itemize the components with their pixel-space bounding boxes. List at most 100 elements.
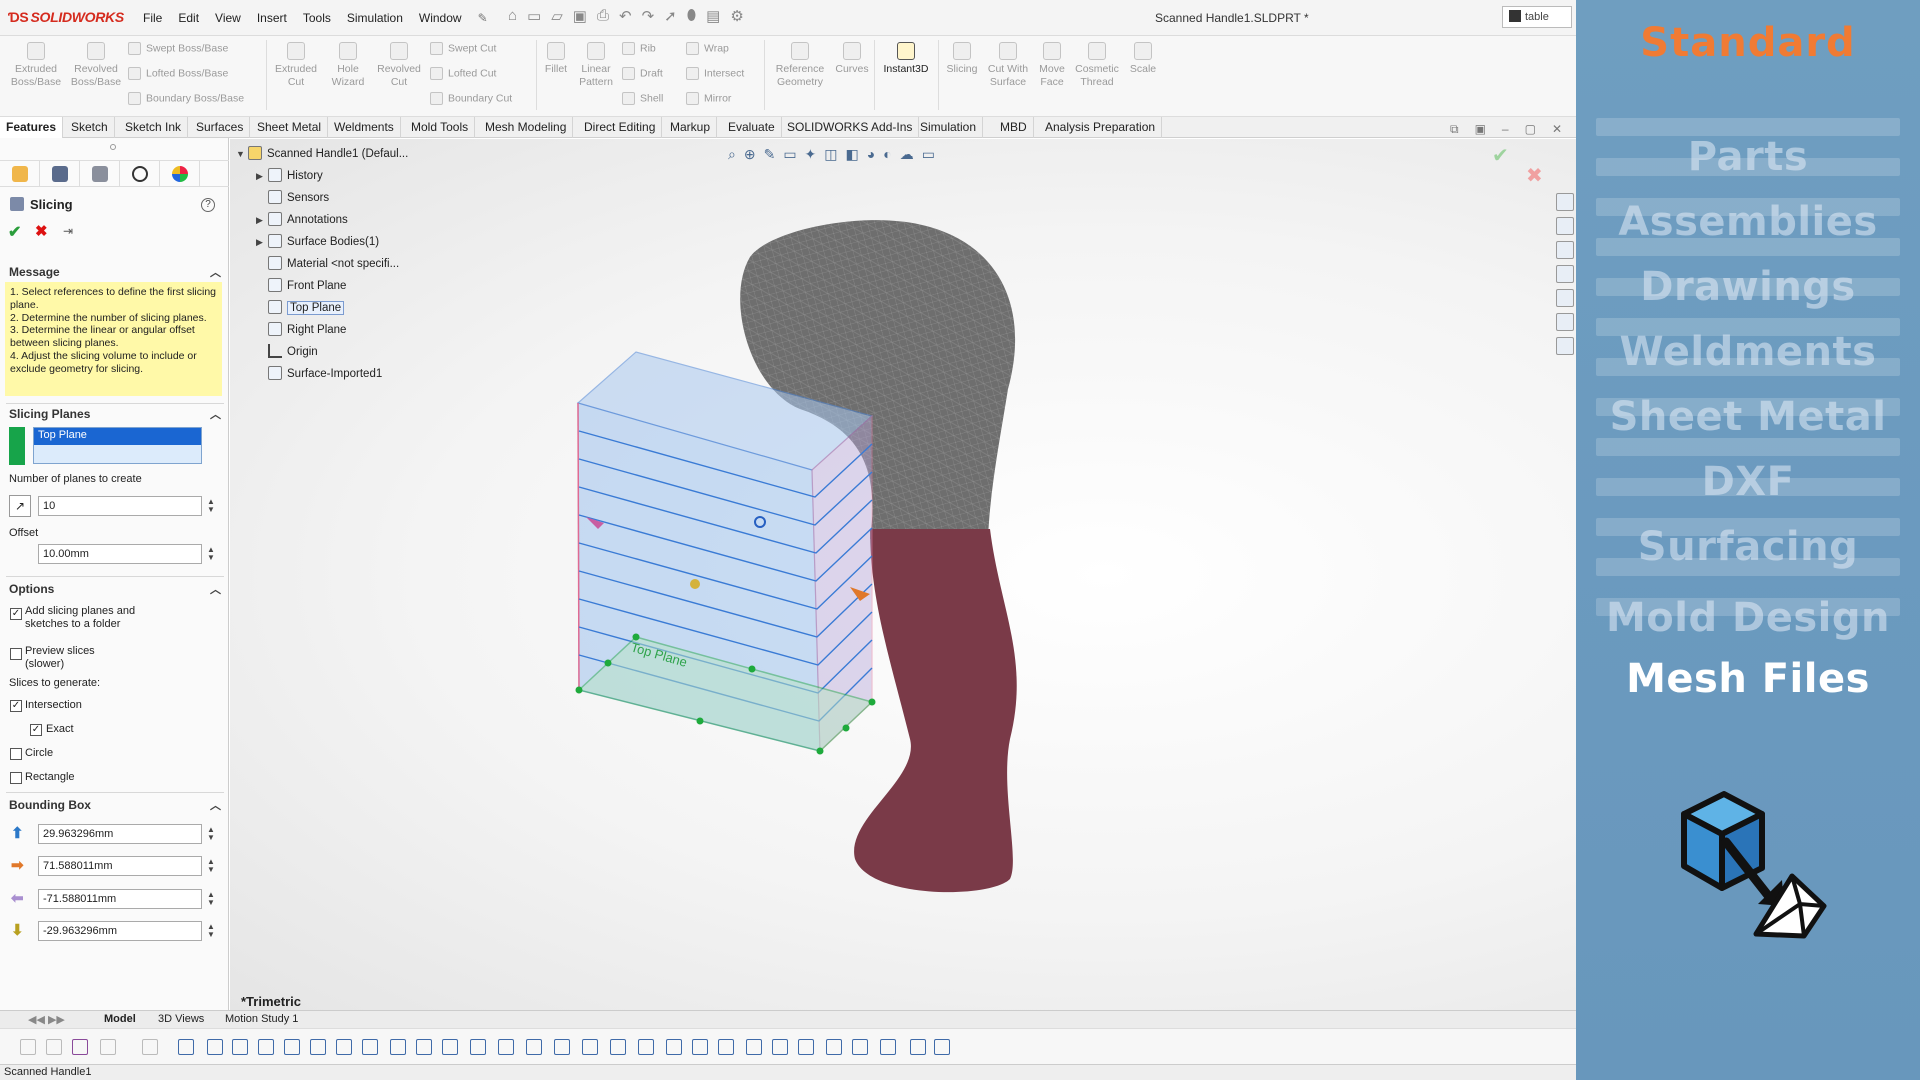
rebuild-icon[interactable]: ⬮ <box>687 7 696 25</box>
featuremanager-tab[interactable] <box>0 161 40 187</box>
resources-task-icon[interactable] <box>1556 217 1574 235</box>
tab-mesh-modeling[interactable]: Mesh Modeling <box>479 117 574 138</box>
tree-item-annotations[interactable]: ▶ Annotations <box>256 212 348 226</box>
tab-model[interactable]: Model <box>104 1013 136 1025</box>
tab-motion-study[interactable]: Motion Study 1 <box>225 1013 298 1025</box>
menu-view[interactable]: View <box>215 11 241 25</box>
point-icon[interactable] <box>178 1039 194 1055</box>
filter-edges-icon[interactable] <box>72 1039 88 1055</box>
propertymanager-tab[interactable] <box>40 161 80 187</box>
mirror-button[interactable]: Mirror <box>686 92 731 105</box>
menu-tools[interactable]: Tools <box>303 11 331 25</box>
section-view-icon[interactable]: ▭ <box>783 146 796 163</box>
home-task-icon[interactable] <box>1556 193 1574 211</box>
num-planes-input[interactable]: 10 <box>38 496 202 516</box>
restore-icon[interactable]: ⧉ <box>1450 122 1459 137</box>
tree-item-sensors[interactable]: Sensors <box>256 190 329 204</box>
align-icon[interactable] <box>852 1039 868 1055</box>
tree-item-material[interactable]: Material <not specifi... <box>256 256 399 270</box>
confirm-corner-cancel-icon[interactable]: ✖ <box>1526 163 1543 188</box>
options-gear-icon[interactable]: ⚙ <box>730 7 743 25</box>
close-icon[interactable]: ✕ <box>1552 122 1562 137</box>
reverse-direction-icon[interactable]: ↗ <box>9 495 31 517</box>
display-manager-tab[interactable] <box>160 161 200 187</box>
rectangle-icon[interactable] <box>390 1039 406 1055</box>
tab-markup[interactable]: Markup <box>664 117 718 138</box>
tab-features[interactable]: Features <box>0 117 64 138</box>
undo-icon[interactable]: ↶ <box>619 7 632 25</box>
circle-checkbox[interactable] <box>10 748 22 760</box>
extruded-boss-button[interactable]: Extruded Boss/Base <box>8 42 64 88</box>
sphere-icon[interactable] <box>798 1039 814 1055</box>
analysis-icon[interactable] <box>718 1039 734 1055</box>
tab-3d-views[interactable]: 3D Views <box>158 1013 204 1025</box>
select-arrow-icon[interactable] <box>100 1039 116 1055</box>
tab-evaluate[interactable]: Evaluate <box>722 117 782 138</box>
instant3d-button[interactable]: Instant3D <box>878 42 934 76</box>
view-orientation-icon[interactable]: ◫ <box>824 146 837 163</box>
tab-weldments[interactable]: Weldments <box>328 117 401 138</box>
tab-mold-tools[interactable]: Mold Tools <box>405 117 476 138</box>
preview-slices-checkbox[interactable] <box>10 648 22 660</box>
measure-icon[interactable] <box>526 1039 542 1055</box>
collapse-chevron-icon[interactable]: ︿ <box>210 406 221 422</box>
tree-item-surface-imported[interactable]: Surface-Imported1 <box>256 366 382 380</box>
tree-item-front-plane[interactable]: Front Plane <box>256 278 346 292</box>
face-icon[interactable] <box>258 1039 274 1055</box>
zoom-to-fit-icon[interactable]: ⌕ <box>728 146 736 163</box>
menu-simulation[interactable]: Simulation <box>347 11 403 25</box>
revolved-boss-button[interactable]: Revolved Boss/Base <box>68 42 124 88</box>
tab-surfaces[interactable]: Surfaces <box>190 117 251 138</box>
bbox-left-spinner[interactable]: ▲ ▼ <box>207 891 215 907</box>
vertex-icon[interactable] <box>362 1039 378 1055</box>
text-icon[interactable] <box>638 1039 654 1055</box>
appearances-icon[interactable] <box>1556 313 1574 331</box>
tab-analysis-preparation[interactable]: Analysis Preparation <box>1039 117 1163 138</box>
menu-window[interactable]: Window <box>419 11 462 25</box>
linear-pattern-button[interactable]: Linear Pattern <box>574 42 618 88</box>
shell-button[interactable]: Shell <box>622 92 663 105</box>
origin-manipulator[interactable] <box>690 579 700 589</box>
tab-mbd[interactable]: MBD <box>994 117 1034 138</box>
graph-icon[interactable] <box>692 1039 708 1055</box>
collapse-chevron-icon[interactable]: ︿ <box>210 797 221 813</box>
lofted-boss-button[interactable]: Lofted Boss/Base <box>128 67 228 80</box>
zoom-area-icon[interactable]: ⊕ <box>744 146 756 163</box>
symbol-icon[interactable] <box>772 1039 788 1055</box>
open-icon[interactable]: ▱ <box>551 7 563 25</box>
slicing-plane-selection-box[interactable]: Top Plane <box>33 427 202 464</box>
confirm-corner-ok-icon[interactable]: ✔ <box>1492 143 1509 168</box>
new-document-icon[interactable]: ▭ <box>527 7 541 25</box>
panel-splitter-handle[interactable] <box>110 144 116 150</box>
hide-show-items-icon[interactable]: ◕ <box>867 146 875 163</box>
print-icon[interactable]: ⎙ <box>597 7 609 25</box>
sketch-picture-icon[interactable] <box>498 1039 514 1055</box>
bbox-right-input[interactable]: 71.588011mm <box>38 856 202 876</box>
menu-file[interactable]: File <box>143 11 162 25</box>
curvature-icon[interactable] <box>666 1039 682 1055</box>
slicing-button[interactable]: Slicing <box>942 42 982 76</box>
help-icon[interactable]: ? <box>201 198 215 212</box>
tab-sheet-metal[interactable]: Sheet Metal <box>251 117 329 138</box>
select-icon[interactable]: ➚ <box>664 7 677 25</box>
tile-icon[interactable]: ▣ <box>1475 122 1486 137</box>
apply-scene-icon[interactable]: ☁ <box>900 146 914 163</box>
minimize-icon[interactable]: – <box>1502 122 1509 137</box>
intersect-button[interactable]: Intersect <box>686 67 744 80</box>
curves-button[interactable]: Curves <box>832 42 872 76</box>
tree-item-top-plane[interactable]: Top Plane <box>256 300 345 315</box>
keep-visible-pin-icon[interactable]: ⇥ <box>63 224 73 238</box>
move-face-button[interactable]: Move Face <box>1034 42 1070 88</box>
selected-plane[interactable]: Top Plane <box>34 428 201 445</box>
tab-sketch-ink[interactable]: Sketch Ink <box>119 117 189 138</box>
thread-icon[interactable] <box>746 1039 762 1055</box>
cosmetic-thread-button[interactable]: Cosmetic Thread <box>1072 42 1122 88</box>
bbox-bottom-spinner[interactable]: ▲ ▼ <box>207 923 215 939</box>
bbox-bottom-input[interactable]: -29.963296mm <box>38 921 202 941</box>
bbox-left-input[interactable]: -71.588011mm <box>38 889 202 909</box>
dimension-icon[interactable] <box>336 1039 352 1055</box>
axis-icon[interactable] <box>207 1039 223 1055</box>
rectangle-checkbox[interactable] <box>10 772 22 784</box>
zoom-tool-icon[interactable] <box>610 1039 626 1055</box>
move-triad-icon[interactable] <box>826 1039 842 1055</box>
